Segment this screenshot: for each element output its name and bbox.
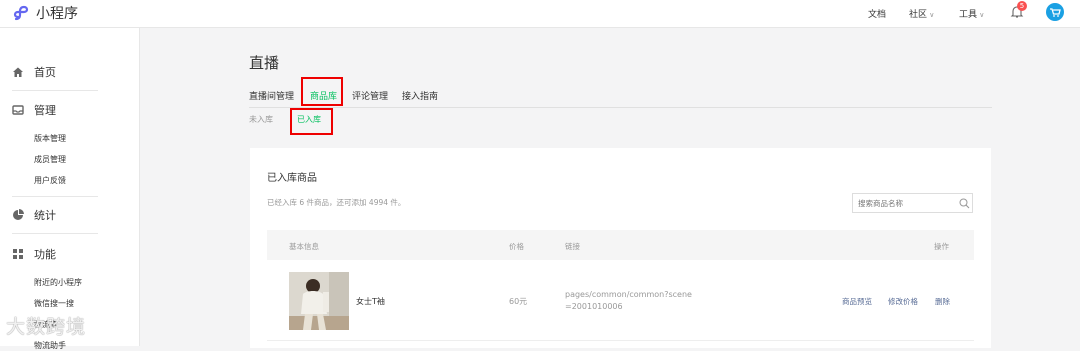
search-input[interactable] (853, 194, 958, 212)
preview-button[interactable]: 商品预览 (842, 296, 872, 307)
product-link: pages/common/common?scene =2001010006 (565, 289, 692, 313)
card-title: 已入库商品 (267, 173, 317, 184)
cart-icon (1050, 8, 1061, 17)
sidebar-item-manage[interactable]: 管理 (12, 102, 56, 118)
subtab-not-stored[interactable]: 未入库 (249, 114, 273, 125)
sidebar-item-members[interactable]: 成员管理 (34, 154, 66, 165)
sidebar: 首页 管理 版本管理 成员管理 用户反馈 统计 功能 附近的小程序 微信搜一搜 … (0, 28, 140, 350)
product-name: 女士T袖 (356, 297, 385, 306)
sidebar-item-stats[interactable]: 统计 (12, 207, 56, 223)
avatar[interactable] (1046, 3, 1064, 21)
sidebar-item-label: 功能 (34, 248, 56, 261)
top-bar: 小程序 文档 社区 ∨ 工具 ∨ 5 (0, 0, 1080, 28)
search-icon[interactable] (959, 198, 970, 209)
sidebar-item-label: 统计 (34, 209, 56, 222)
watermark: 大数跨境 (6, 316, 87, 338)
edit-price-button[interactable]: 修改价格 (888, 296, 918, 307)
tools-menu[interactable]: 工具 ∨ (959, 7, 984, 20)
link-line-2: =2001010006 (565, 302, 623, 311)
divider (12, 90, 98, 91)
grid-icon (13, 249, 23, 259)
sidebar-item-feedback[interactable]: 用户反馈 (34, 175, 66, 186)
community-label: 社区 (909, 10, 928, 20)
sidebar-item-home[interactable]: 首页 (12, 64, 56, 80)
highlight-box (301, 77, 343, 106)
product-thumbnail (289, 272, 349, 330)
community-menu[interactable]: 社区 ∨ (909, 7, 934, 20)
main-content: 直播 直播间管理 商品库 评论管理 接入指南 未入库 已入库 已入库商品 已经入… (140, 28, 1080, 348)
miniprogram-logo-icon (13, 5, 29, 21)
sidebar-item-label: 管理 (34, 104, 56, 117)
chevron-down-icon: ∨ (927, 11, 935, 19)
column-header-basic: 基本信息 (289, 242, 319, 251)
sidebar-item-version[interactable]: 版本管理 (34, 133, 66, 144)
pie-chart-icon (13, 209, 24, 220)
sidebar-item-search[interactable]: 微信搜一搜 (34, 298, 74, 309)
delete-button[interactable]: 删除 (935, 296, 950, 307)
tab-comments[interactable]: 评论管理 (352, 89, 388, 102)
app-title: 小程序 (36, 6, 78, 22)
notification-badge: 5 (1017, 1, 1027, 11)
product-card: 已入库商品 已经入库 6 件商品，还可添加 4994 件。 基本信息 价格 链接… (250, 148, 991, 348)
card-note: 已经入库 6 件商品，还可添加 4994 件。 (267, 198, 406, 207)
product-photo (289, 272, 349, 330)
divider (12, 233, 98, 234)
tab-live-rooms[interactable]: 直播间管理 (249, 89, 294, 102)
product-price: 60元 (509, 297, 528, 306)
column-header-link: 链接 (565, 242, 580, 251)
link-line-1: pages/common/common?scene (565, 290, 692, 299)
tools-label: 工具 (959, 10, 978, 20)
search-box[interactable] (852, 193, 973, 213)
table-header: 基本信息 价格 链接 操作 (267, 230, 974, 260)
tab-divider (249, 107, 992, 108)
sidebar-item-features[interactable]: 功能 (12, 246, 56, 262)
page-title: 直播 (249, 54, 280, 72)
app-logo[interactable]: 小程序 (12, 3, 78, 23)
home-icon (13, 67, 23, 77)
column-header-actions: 操作 (934, 242, 949, 251)
inbox-icon (12, 105, 24, 115)
table-row: 女士T袖 60元 pages/common/common?scene =2001… (267, 260, 974, 341)
sidebar-item-nearby[interactable]: 附近的小程序 (34, 277, 82, 288)
tab-guide[interactable]: 接入指南 (402, 89, 438, 102)
divider (12, 196, 98, 197)
chevron-down-icon: ∨ (977, 11, 985, 19)
sidebar-item-label: 首页 (34, 66, 56, 79)
docs-link[interactable]: 文档 (868, 7, 886, 20)
highlight-box (290, 108, 333, 135)
column-header-price: 价格 (509, 242, 524, 251)
